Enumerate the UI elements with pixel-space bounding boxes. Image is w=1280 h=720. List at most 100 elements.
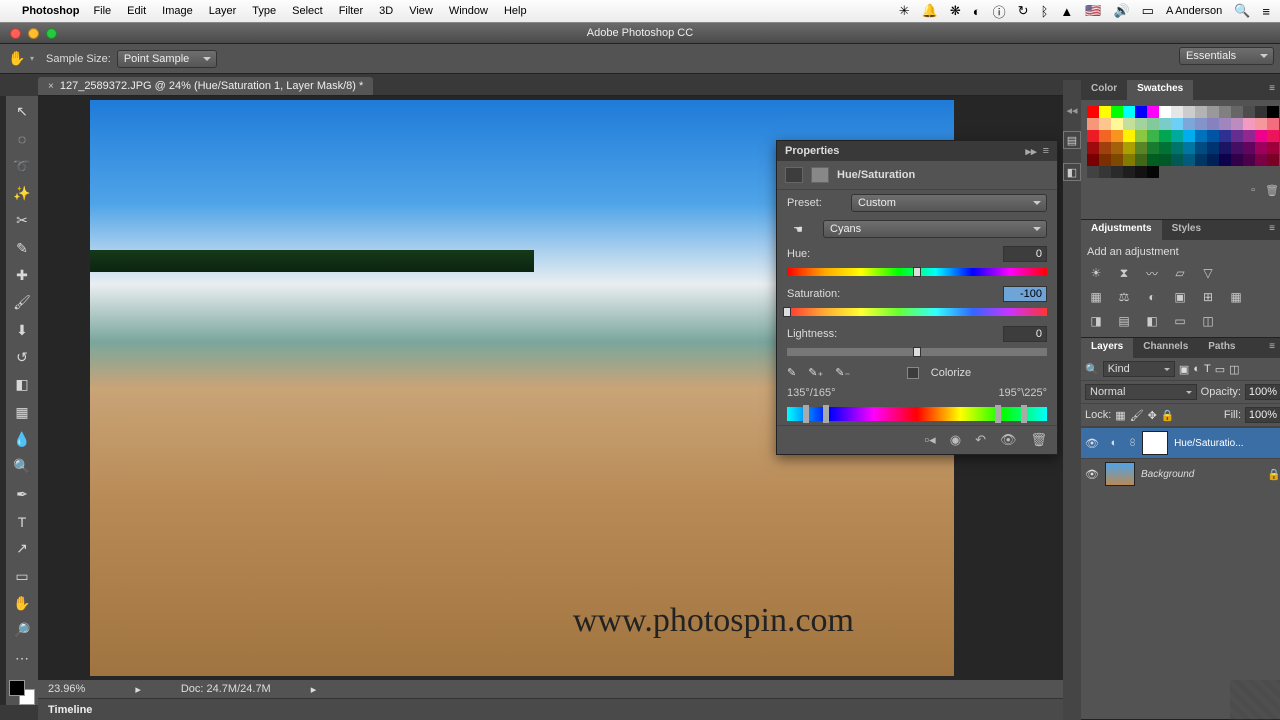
swatch[interactable] [1171, 130, 1183, 142]
swatch[interactable] [1267, 118, 1279, 130]
swatch[interactable] [1255, 106, 1267, 118]
menu-3d[interactable]: 3D [379, 5, 393, 17]
swatch[interactable] [1255, 130, 1267, 142]
swatch[interactable] [1111, 118, 1123, 130]
swatch[interactable] [1195, 106, 1207, 118]
arrow-icon[interactable]: ▸ [311, 683, 317, 696]
swatch[interactable] [1183, 106, 1195, 118]
swatch[interactable] [1159, 130, 1171, 142]
lightness-slider[interactable] [787, 348, 1047, 358]
swatch[interactable] [1123, 106, 1135, 118]
history-brush-tool-icon[interactable]: ↺ [10, 346, 34, 369]
edit-toolbar-icon[interactable]: ⋯ [10, 647, 34, 670]
eyedropper-sub-icon[interactable]: ✎₋ [835, 366, 850, 379]
blur-tool-icon[interactable]: 💧 [10, 428, 34, 451]
swatch[interactable] [1135, 166, 1147, 178]
clip-icon[interactable]: ▫◂ [925, 432, 936, 448]
swatch[interactable] [1183, 142, 1195, 154]
swatch[interactable] [1147, 130, 1159, 142]
color-swatches[interactable] [9, 680, 35, 705]
lock-move-icon[interactable]: ✥ [1148, 409, 1157, 422]
blend-mode-select[interactable]: Normal [1085, 384, 1197, 400]
tab-channels[interactable]: Channels [1133, 338, 1198, 358]
wand-tool-icon[interactable]: ✨ [10, 182, 34, 205]
sample-size-select[interactable]: Point Sample [117, 50, 217, 68]
swatch[interactable] [1219, 106, 1231, 118]
swatch[interactable] [1219, 142, 1231, 154]
panel-menu-icon[interactable]: ≡ [1259, 338, 1280, 358]
hue-value[interactable]: 0 [1003, 246, 1047, 262]
menu-view[interactable]: View [409, 5, 433, 17]
history-panel-icon[interactable]: ▤ [1063, 131, 1081, 149]
layer-row-adjustment[interactable]: 👁 ◐ 𝟾 Hue/Saturatio... [1081, 427, 1280, 458]
tab-styles[interactable]: Styles [1162, 220, 1211, 240]
marquee-tool-icon[interactable]: ◌ [10, 127, 34, 150]
swatch[interactable] [1219, 118, 1231, 130]
swatch[interactable] [1087, 166, 1099, 178]
swatch[interactable] [1087, 118, 1099, 130]
swatch[interactable] [1231, 106, 1243, 118]
hue-slider[interactable] [787, 268, 1047, 278]
swatch[interactable] [1147, 154, 1159, 166]
swatch[interactable] [1219, 130, 1231, 142]
delete-swatch-icon[interactable]: 🗑 [1265, 184, 1279, 197]
reset-icon[interactable]: ↶ [975, 432, 986, 448]
colorize-checkbox[interactable] [907, 367, 919, 379]
swatch[interactable] [1123, 118, 1135, 130]
resize-grip[interactable] [1230, 680, 1280, 720]
hand-tool-icon[interactable]: ✋ [10, 592, 34, 615]
swatch[interactable] [1195, 142, 1207, 154]
lock-paint-icon[interactable]: 🖌 [1130, 409, 1144, 422]
workspace-select[interactable]: Essentials [1179, 47, 1274, 65]
layer-row-background[interactable]: 👁 Background 🔒 [1081, 458, 1280, 489]
lock-all-icon[interactable]: 🔒 [1161, 409, 1175, 422]
swatch[interactable] [1087, 154, 1099, 166]
layer-name[interactable]: Background [1141, 469, 1261, 480]
swatch[interactable] [1147, 118, 1159, 130]
poster-icon[interactable]: ▤ [1115, 312, 1133, 330]
swatch[interactable] [1207, 106, 1219, 118]
menu-help[interactable]: Help [504, 5, 527, 17]
swatch[interactable] [1171, 118, 1183, 130]
gradient-tool-icon[interactable]: ▦ [10, 401, 34, 424]
volume-icon[interactable]: 🔊 [1113, 3, 1129, 19]
crop-tool-icon[interactable]: ✂ [10, 209, 34, 232]
brightness-icon[interactable]: ☀ [1087, 264, 1105, 282]
swatch[interactable] [1171, 106, 1183, 118]
battery-icon[interactable]: ▭ [1142, 3, 1154, 19]
swatch[interactable] [1171, 142, 1183, 154]
swatch[interactable] [1231, 130, 1243, 142]
visibility-toggle-icon[interactable]: 👁 [1085, 437, 1099, 450]
saturation-value[interactable]: -100 [1003, 286, 1047, 302]
filter-pixel-icon[interactable]: ▣ [1179, 363, 1189, 376]
thresh-icon[interactable]: ◧ [1143, 312, 1161, 330]
panel-menu-icon[interactable]: ≡ [1259, 220, 1280, 240]
filter-kind-select[interactable]: Kind [1103, 361, 1175, 377]
mask-icon[interactable] [811, 167, 829, 183]
swatch[interactable] [1111, 130, 1123, 142]
swatch[interactable] [1159, 142, 1171, 154]
swatch[interactable] [1147, 106, 1159, 118]
visibility-toggle-icon[interactable]: 👁 [1085, 468, 1099, 481]
swatch[interactable] [1267, 154, 1279, 166]
swatch[interactable] [1243, 142, 1255, 154]
levels-icon[interactable]: ⧗ [1115, 264, 1133, 282]
dodge-tool-icon[interactable]: 🔍 [10, 455, 34, 478]
menu-filter[interactable]: Filter [339, 5, 363, 17]
menu-layer[interactable]: Layer [209, 5, 237, 17]
swatch[interactable] [1195, 154, 1207, 166]
swatch[interactable] [1231, 154, 1243, 166]
bw-icon[interactable]: ◐ [1143, 288, 1161, 306]
adjustment-icon[interactable] [785, 167, 803, 183]
selcolor-icon[interactable]: ◫ [1199, 312, 1217, 330]
panel-menu-icon[interactable]: ≡ [1043, 145, 1049, 158]
zoom-tool-icon[interactable]: 🔎 [10, 619, 34, 642]
swatch[interactable] [1159, 106, 1171, 118]
layer-name[interactable]: Hue/Saturatio... [1174, 438, 1280, 449]
menu-type[interactable]: Type [252, 5, 276, 17]
lock-trans-icon[interactable]: ▦ [1115, 409, 1125, 422]
doc-size[interactable]: Doc: 24.7M/24.7M [181, 683, 271, 695]
curves-icon[interactable]: 〰 [1143, 264, 1161, 282]
fill-value[interactable]: 100% [1245, 407, 1280, 423]
swatch[interactable] [1183, 154, 1195, 166]
